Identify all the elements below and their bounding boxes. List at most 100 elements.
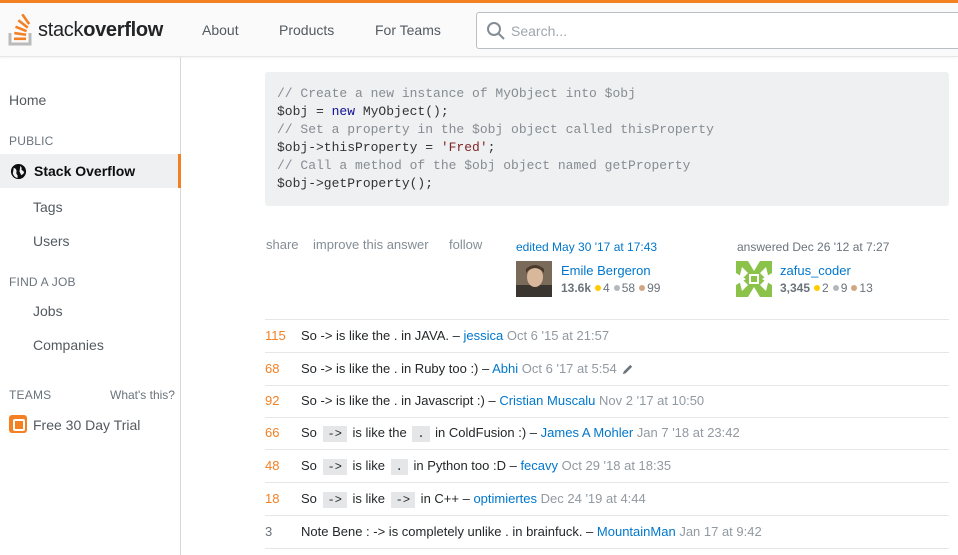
globe-icon: [10, 163, 27, 180]
comment-text: So -> is like . in Python too :D – fecav…: [301, 458, 672, 475]
inline-code: .: [412, 426, 430, 442]
comment-date[interactable]: Jan 17 at 9:42: [679, 524, 761, 539]
comment-user-link[interactable]: MountainMan: [597, 524, 676, 539]
silver-badge-count: 58: [621, 281, 636, 295]
answerer-reputation: 3,345 2 9 13: [780, 281, 873, 295]
code-line: $obj->thisProperty = 'Fred';: [277, 140, 496, 155]
editor-name-link[interactable]: Emile Bergeron: [561, 263, 651, 278]
sidebar-item-companies[interactable]: Companies: [33, 337, 104, 353]
comment-user-link[interactable]: James A Mohler: [541, 425, 634, 440]
gold-badge-icon: [814, 285, 821, 292]
comment-text: So -> is like the . in Ruby too :) – Abh…: [301, 361, 634, 376]
inline-code: ->: [322, 459, 347, 475]
search-box[interactable]: [476, 12, 958, 49]
follow-link[interactable]: follow: [449, 237, 482, 252]
comment-date[interactable]: Nov 2 '17 at 10:50: [599, 393, 704, 408]
comment-score: 18: [265, 491, 280, 506]
comment-text: So -> is like the . in JAVA. – jessica O…: [301, 328, 610, 343]
comment-text: So -> is like -> in C++ – optimiertes De…: [301, 491, 646, 508]
stack-logo-icon: [8, 14, 32, 46]
code-line: $obj = new MyObject();: [277, 104, 449, 119]
share-link[interactable]: share: [266, 237, 299, 252]
comment-text: Note Bene : -> is completely unlike . in…: [301, 524, 762, 539]
editor-reputation: 13.6k 4 58 99: [561, 281, 660, 295]
silver-badge-count: 9: [840, 281, 848, 295]
sidebar-item-home[interactable]: Home: [9, 92, 46, 108]
nav-for-teams-link[interactable]: For Teams: [375, 22, 441, 38]
comment-user-link[interactable]: Abhi: [492, 361, 518, 376]
comment-score: 92: [265, 393, 280, 408]
comment-date[interactable]: Oct 29 '18 at 18:35: [562, 458, 671, 473]
site-logo[interactable]: stackoverflow: [8, 12, 163, 48]
nav-products-link[interactable]: Products: [279, 22, 334, 38]
comment-date[interactable]: Jan 7 '18 at 23:42: [637, 425, 740, 440]
code-line: // Create a new instance of MyObject int…: [277, 86, 636, 101]
bronze-badge-icon: [639, 285, 646, 292]
pencil-icon: [622, 364, 632, 375]
comment-row: 3 Note Bene : -> is completely unlike . i…: [265, 516, 949, 549]
comment-text: So -> is like the . in Javascript :) – C…: [301, 393, 705, 408]
sidebar-item-tags[interactable]: Tags: [33, 199, 63, 215]
search-icon: [487, 22, 505, 40]
comment-row: 115 So -> is like the . in JAVA. – jessic…: [265, 320, 949, 353]
code-line: $obj->getProperty();: [277, 176, 434, 191]
sidebar-item-jobs[interactable]: Jobs: [33, 303, 63, 319]
answerer-name-link[interactable]: zafus_coder: [780, 263, 851, 278]
bronze-badge-count: 99: [647, 281, 661, 295]
bronze-badge-icon: [851, 285, 858, 292]
comment-user-link[interactable]: fecavy: [520, 458, 558, 473]
teams-briefcase-icon: [9, 415, 27, 433]
editor-avatar[interactable]: [516, 261, 552, 297]
whats-this-link[interactable]: What's this?: [110, 388, 175, 402]
bronze-badge-count: 13: [859, 281, 873, 295]
comment-row: 66 So -> is like the . in ColdFusion :) –…: [265, 417, 949, 450]
inline-code: ->: [322, 492, 347, 508]
nav-about-link[interactable]: About: [202, 22, 239, 38]
comment-user-link[interactable]: optimiertes: [473, 491, 537, 506]
sidebar-heading-teams: TEAMS: [9, 388, 52, 402]
answered-timestamp: answered Dec 26 '12 at 7:27: [737, 240, 890, 254]
edited-timestamp-link[interactable]: edited May 30 '17 at 17:43: [516, 240, 657, 254]
reputation-score: 3,345: [780, 281, 811, 295]
comment-row: 18 So -> is like -> in C++ – optimiertes …: [265, 483, 949, 516]
sidebar-item-users[interactable]: Users: [33, 233, 70, 249]
comment-date[interactable]: Oct 6 '15 at 21:57: [507, 328, 609, 343]
sidebar-heading-find-a-job: FIND A JOB: [9, 275, 76, 289]
left-sidebar: Home PUBLIC Stack Overflow Tags Users FI…: [0, 57, 181, 555]
comment-row: 92 So -> is like the . in Javascript :) –…: [265, 385, 949, 418]
code-line: // Set a property in the $obj object cal…: [277, 122, 714, 137]
comments-list: 115 So -> is like the . in JAVA. – jessic…: [265, 319, 949, 549]
comment-row: 48 So -> is like . in Python too :D – fec…: [265, 450, 949, 483]
comment-date[interactable]: Oct 6 '17 at 5:54: [522, 361, 617, 376]
logo-text: stackoverflow: [38, 18, 164, 41]
comment-score: 3: [265, 524, 273, 539]
reputation-score: 13.6k: [561, 281, 592, 295]
sidebar-heading-public: PUBLIC: [9, 134, 54, 148]
gold-badge-icon: [595, 285, 602, 292]
comment-score: 68: [265, 361, 280, 376]
gold-badge-count: 2: [822, 281, 829, 295]
silver-badge-icon: [832, 285, 839, 292]
answerer-avatar[interactable]: [736, 261, 772, 297]
silver-badge-icon: [613, 285, 620, 292]
inline-code: ->: [322, 426, 347, 442]
inline-code: .: [390, 459, 408, 475]
sidebar-item-stack-overflow[interactable]: Stack Overflow: [0, 154, 181, 188]
comment-text: So -> is like the . in ColdFusion :) – J…: [301, 425, 740, 442]
comment-user-link[interactable]: jessica: [463, 328, 503, 343]
code-line: // Call a method of the $obj object name…: [277, 158, 691, 173]
gold-badge-count: 4: [603, 281, 610, 295]
code-block: // Create a new instance of MyObject int…: [265, 72, 949, 206]
comment-score: 115: [265, 328, 286, 343]
comment-score: 48: [265, 458, 280, 473]
comment-row: 68 So -> is like the . in Ruby too :) – A…: [265, 353, 949, 386]
comment-score: 66: [265, 425, 280, 440]
search-input[interactable]: [511, 20, 941, 42]
top-bar: stackoverflow About Products For Teams: [0, 0, 958, 57]
inline-code: ->: [390, 492, 416, 508]
free-trial-link[interactable]: Free 30 Day Trial: [33, 417, 140, 433]
comment-date[interactable]: Dec 24 '19 at 4:44: [541, 491, 646, 506]
improve-answer-link[interactable]: improve this answer: [313, 237, 429, 252]
sidebar-item-label: Stack Overflow: [34, 163, 136, 179]
comment-user-link[interactable]: Cristian Muscalu: [499, 393, 595, 408]
